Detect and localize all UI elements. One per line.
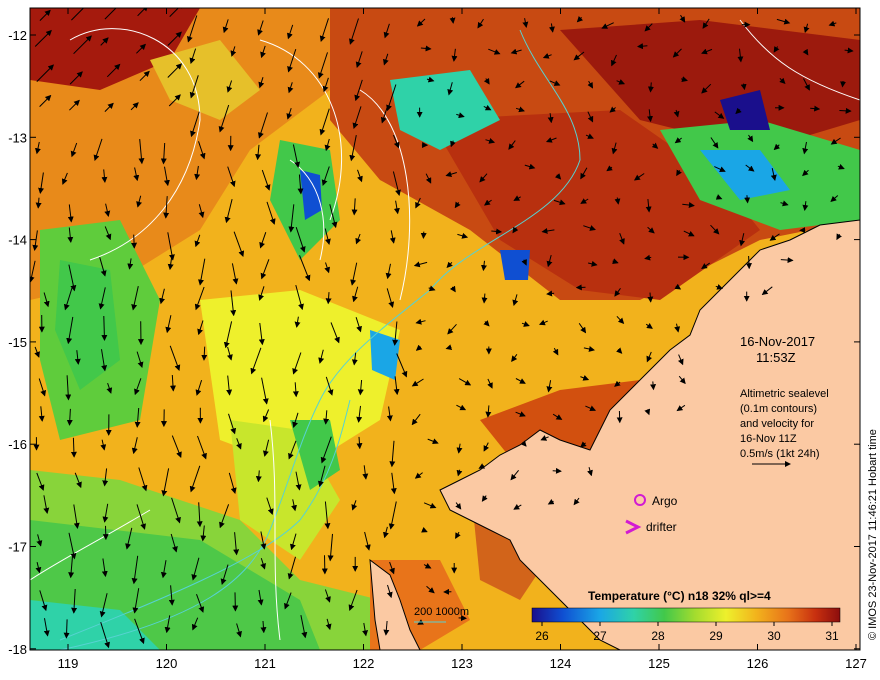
- lon-tick-label: 124: [550, 656, 572, 671]
- time-label: 11:53Z: [756, 350, 796, 365]
- velocity-arrow: [650, 381, 657, 391]
- lon-tick-label: 125: [648, 656, 670, 671]
- lon-tick-label: 120: [156, 656, 178, 671]
- colorbar-title: Temperature (°C) n18 32% ql>=4: [588, 589, 771, 603]
- lon-tick-label: 123: [451, 656, 473, 671]
- sealevel-legend-line: Altimetric sealevel: [740, 388, 829, 400]
- colorbar-tick-label: 29: [709, 629, 723, 643]
- sst-map: 119 120 121 122 123 124 125 126 127 -12 -13 -14 -15…: [8, 7, 879, 671]
- velocity-arrow: [70, 437, 77, 458]
- sealevel-legend-line: and velocity for: [740, 418, 814, 430]
- velocity-arrow: [744, 195, 751, 204]
- lon-tick-label: 121: [254, 656, 276, 671]
- drifter-label: drifter: [646, 520, 677, 534]
- sealevel-legend-line: 0.5m/s (1kt 24h): [740, 448, 819, 460]
- sealevel-legend-line: 16-Nov 11Z: [740, 433, 797, 445]
- argo-label: Argo: [652, 494, 678, 508]
- lon-tick-label: 127: [845, 656, 867, 671]
- velocity-arrow: [839, 107, 852, 114]
- colorbar-tick-label: 28: [651, 629, 665, 643]
- lat-tick-label: -15: [8, 335, 27, 350]
- colorbar-tick-label: 30: [767, 629, 781, 643]
- colorbar: [531, 607, 841, 623]
- velocity-arrow: [647, 292, 654, 303]
- velocity-arrow: [131, 234, 138, 249]
- lon-tick-label: 126: [747, 656, 769, 671]
- lat-tick-label: -16: [8, 437, 27, 452]
- velocity-arrow: [745, 255, 752, 270]
- depth-legend-label: 200 1000m: [414, 606, 469, 618]
- lat-tick-label: -18: [8, 642, 27, 657]
- lat-tick-label: -17: [8, 540, 27, 555]
- lon-tick-label: 119: [58, 656, 79, 671]
- lat-tick-label: -13: [8, 130, 27, 145]
- velocity-arrow: [201, 346, 208, 361]
- velocity-arrow: [552, 467, 562, 474]
- colorbar-tick-label: 31: [825, 629, 839, 643]
- sealevel-legend-line: (0.1m contours): [740, 403, 817, 415]
- credit-text: © IMOS 23-Nov-2017 11:46:21 Hobart time: [867, 429, 879, 640]
- lon-tick-label: 122: [353, 656, 375, 671]
- velocity-arrow: [101, 315, 108, 341]
- colorbar-tick-label: 27: [593, 629, 607, 643]
- colorbar-tick-label: 26: [535, 629, 549, 643]
- lat-tick-label: -14: [8, 233, 27, 248]
- velocity-arrow: [63, 619, 70, 639]
- lat-tick-label: -12: [8, 28, 27, 43]
- velocity-arrow: [546, 290, 555, 297]
- date-label: 16-Nov-2017: [740, 334, 815, 349]
- velocity-arrow: [840, 81, 847, 88]
